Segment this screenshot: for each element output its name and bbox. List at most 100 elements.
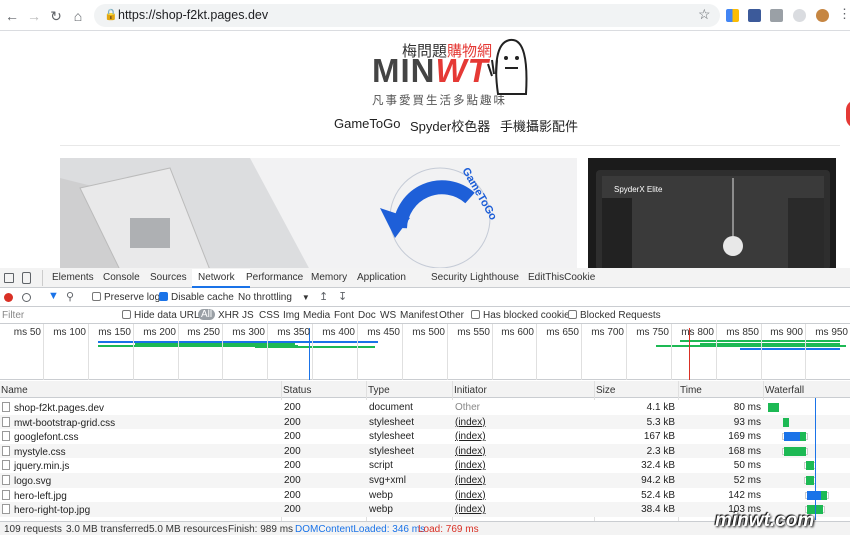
timeline-tick-label: 50 ms (13, 327, 41, 338)
type-filter-font[interactable]: Font (334, 310, 354, 321)
mascot-icon (487, 38, 528, 95)
request-initiator[interactable]: (index) (455, 446, 486, 457)
nav-link-phone-accessories[interactable]: 手機攝影配件 (500, 116, 578, 135)
filter-icon[interactable]: ▼ (48, 290, 59, 302)
request-name-text: googlefont.css (14, 432, 79, 444)
tab-performance[interactable]: Performance (246, 272, 303, 283)
extension-icon[interactable] (726, 9, 739, 22)
tab-sources[interactable]: Sources (150, 272, 187, 283)
back-icon[interactable]: ← (2, 6, 22, 26)
cookie-icon[interactable] (816, 9, 829, 22)
request-size: 52.4 kB (641, 489, 675, 501)
type-filter-css[interactable]: CSS (259, 310, 280, 321)
tab-lighthouse[interactable]: Lighthouse (470, 272, 519, 283)
request-initiator[interactable]: (index) (455, 460, 486, 471)
type-filter-media[interactable]: Media (303, 310, 330, 321)
request-name[interactable]: mystyle.css (2, 445, 66, 458)
reload-icon[interactable]: ↻ (46, 6, 66, 26)
column-header-initiator[interactable]: Initiator (454, 385, 487, 396)
disable-cache-checkbox[interactable]: Disable cache (159, 292, 234, 303)
hide-data-urls-checkbox[interactable]: Hide data URLs (122, 310, 205, 321)
nav-link-gametogo[interactable]: GameToGo (334, 116, 400, 131)
has-blocked-cookies-checkbox[interactable]: Has blocked cookies (471, 310, 575, 321)
request-name[interactable]: jquery.min.js (2, 460, 69, 472)
hero-image-right[interactable]: SpyderX Elite (588, 158, 836, 270)
request-name[interactable]: hero-right-top.jpg (2, 504, 90, 516)
timeline-gridline (178, 324, 179, 380)
record-icon[interactable] (4, 293, 13, 302)
forward-icon[interactable]: → (24, 6, 44, 26)
timeline-gridline (626, 324, 627, 380)
request-initiator[interactable]: (index) (455, 417, 486, 428)
dcl-line (815, 398, 816, 520)
blocked-requests-checkbox[interactable]: Blocked Requests (568, 310, 661, 321)
filter-input[interactable]: Filter (2, 310, 24, 321)
tab-memory[interactable]: Memory (311, 272, 347, 283)
type-filter-ws[interactable]: WS (380, 310, 396, 321)
type-filter-doc[interactable]: Doc (358, 310, 376, 321)
search-icon[interactable]: ⚲ (66, 290, 74, 303)
import-har-icon[interactable]: ↥ (319, 290, 328, 303)
tab-elements[interactable]: Elements (52, 272, 94, 283)
column-header-type[interactable]: Type (368, 385, 390, 396)
column-header-time[interactable]: Time (680, 385, 702, 396)
request-initiator: Other (455, 402, 481, 413)
request-name[interactable]: mwt-bootstrap-grid.css (2, 416, 115, 429)
type-filter-all[interactable]: All (198, 309, 216, 320)
nav-link-spyder[interactable]: Spyder校色器 (410, 116, 490, 135)
request-status: 200 (284, 402, 301, 413)
inspect-element-icon[interactable] (4, 273, 14, 283)
logo[interactable]: MINWT (372, 52, 489, 90)
throttling-select[interactable]: No throttling ▼ (238, 292, 310, 303)
flag-icon[interactable] (748, 9, 761, 22)
request-initiator[interactable]: (index) (455, 490, 486, 501)
timeline-tick-label: 900 ms (770, 327, 803, 338)
lock-icon[interactable]: 🔒 (104, 8, 118, 21)
hero-image-left[interactable]: GameToGo (60, 158, 577, 270)
menu-icon[interactable]: ⋮ (838, 6, 850, 22)
type-filter-js[interactable]: JS (242, 310, 254, 321)
file-icon (2, 504, 10, 515)
request-name[interactable]: hero-left.jpg (2, 489, 67, 502)
checkbox-icon[interactable] (568, 310, 577, 319)
timeline-tick-label: 800 ms (681, 327, 714, 338)
tab-console[interactable]: Console (103, 272, 140, 283)
extension-icon[interactable] (770, 9, 783, 22)
checkbox-icon[interactable] (471, 310, 480, 319)
tab-application[interactable]: Application (357, 272, 406, 283)
extension-icon[interactable] (793, 9, 806, 22)
device-toolbar-icon[interactable] (22, 272, 31, 284)
bookmark-star-icon[interactable]: ☆ (698, 6, 711, 23)
type-filter-manifest[interactable]: Manifest (400, 310, 438, 321)
tab-security[interactable]: Security (431, 272, 467, 283)
home-icon[interactable]: ⌂ (68, 6, 88, 26)
request-name[interactable]: googlefont.css (2, 431, 79, 443)
floating-button[interactable] (846, 100, 850, 128)
preserve-log-checkbox[interactable]: Preserve log (92, 292, 160, 303)
checkbox-icon[interactable] (122, 310, 131, 319)
divider (60, 145, 840, 146)
clear-icon[interactable] (22, 293, 31, 302)
column-header-size[interactable]: Size (596, 385, 615, 396)
request-name[interactable]: logo.svg (2, 475, 51, 487)
overview-bar (740, 348, 840, 350)
type-filter-xhr[interactable]: XHR (218, 310, 239, 321)
type-filter-img[interactable]: Img (283, 310, 300, 321)
export-har-icon[interactable]: ↧ (338, 290, 347, 303)
timeline-tick-label: 450 ms (367, 327, 400, 338)
tab-network[interactable]: Network (198, 272, 235, 283)
checkbox-checked-icon[interactable] (159, 292, 168, 301)
type-filter-other[interactable]: Other (439, 310, 464, 321)
request-initiator[interactable]: (index) (455, 475, 486, 486)
column-header-name[interactable]: Name (1, 385, 28, 396)
request-name[interactable]: shop-f2kt.pages.dev (2, 402, 104, 414)
column-header-waterfall[interactable]: Waterfall (765, 385, 804, 396)
column-header-status[interactable]: Status (283, 385, 311, 396)
request-initiator[interactable]: (index) (455, 504, 486, 515)
url-text[interactable]: https://shop-f2kt.pages.dev (118, 8, 268, 22)
timeline-tick-label: 500 ms (412, 327, 445, 338)
checkbox-icon[interactable] (92, 292, 101, 301)
request-initiator[interactable]: (index) (455, 431, 486, 442)
tab-editthiscookie[interactable]: EditThisCookie (528, 272, 595, 283)
request-size: 38.4 kB (641, 504, 675, 516)
